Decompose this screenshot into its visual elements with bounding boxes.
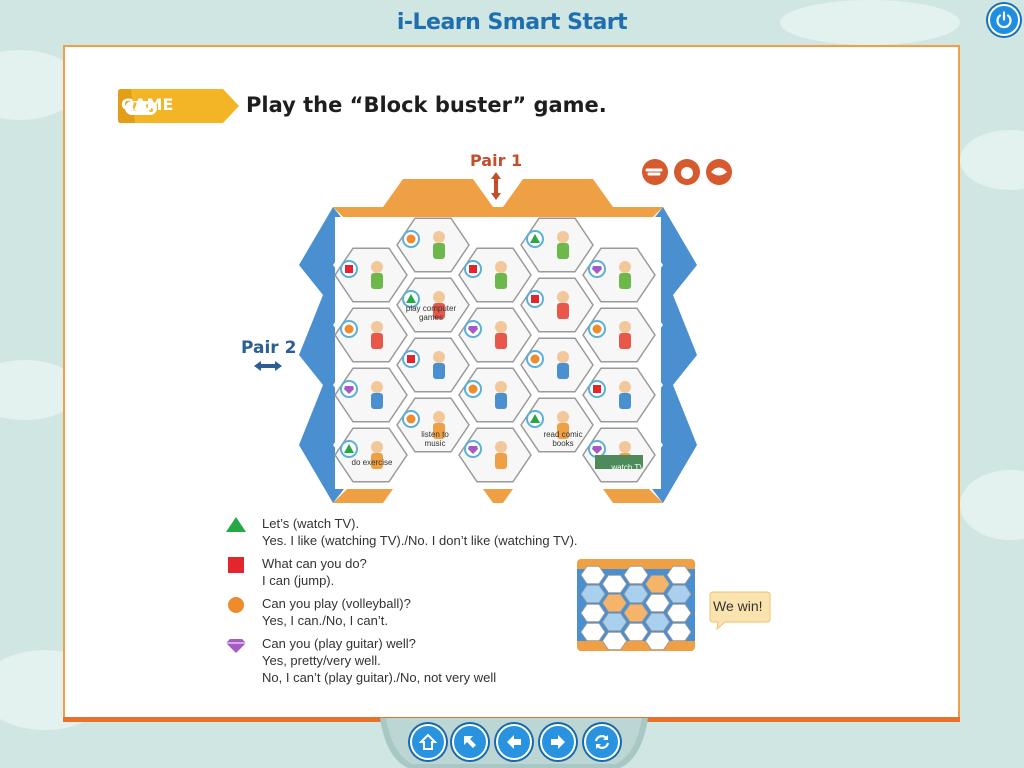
child-illustration [371,321,383,333]
child-illustration [557,291,569,303]
circle-icon [344,324,354,334]
triangle-icon [226,517,246,532]
square-icon [531,295,539,303]
game-tag-label: GAME [121,95,174,114]
child-illustration [619,273,631,289]
lesson-page: GAME Play the “Block buster” game. Pair … [63,45,960,721]
child-illustration [557,363,569,379]
hex-label-listen-to-music: listen to music [421,430,449,448]
background-cloud [960,130,1024,190]
circle-icon [468,384,478,394]
legend-text: Yes, pretty/very well. [262,653,381,668]
child-illustration [557,231,569,243]
block-buster-board [299,179,697,503]
legend-text: No, I can’t (play guitar)./No, not very … [262,670,497,685]
child-illustration [619,381,631,393]
child-illustration [619,261,631,273]
circle-icon [592,324,602,334]
power-icon [996,11,1012,29]
circle-icon [406,234,416,244]
square-icon [407,355,415,363]
child-illustration [433,351,445,363]
paper-hand-icon [706,159,732,185]
child-illustration [433,243,445,259]
back-to-menu-button[interactable] [452,724,488,760]
child-illustration [495,273,507,289]
square-icon [228,557,244,573]
child-illustration [495,333,507,349]
legend-text: Let’s (watch TV). [262,516,360,531]
power-button[interactable] [988,4,1020,36]
child-illustration [495,261,507,273]
win-message: We win! [713,598,763,614]
pair1-label: Pair 1 [470,151,523,170]
refresh-button[interactable] [584,724,620,760]
refresh-icon [594,735,610,749]
child-illustration [495,441,507,453]
child-illustration [433,363,445,379]
hex-label-watch-tv: watch TV [611,463,645,472]
child-illustration [371,393,383,409]
child-illustration [371,441,383,453]
child-illustration [495,453,507,469]
child-illustration [557,351,569,363]
child-illustration [495,381,507,393]
diamond-icon [226,639,246,653]
child-illustration [619,333,631,349]
legend-row-triangle: Let’s (watch TV). Yes. I like (watching … [225,515,665,549]
child-illustration [371,333,383,349]
child-illustration [557,303,569,319]
child-illustration [371,261,383,273]
arrow-up-left-icon [464,736,476,748]
legend-text: Yes. I like (watching TV)./No. I don’t l… [262,533,578,548]
circle-icon [228,597,244,613]
previous-page-button[interactable] [496,724,532,760]
background-cloud [960,470,1024,540]
child-illustration [619,441,631,453]
circle-icon [530,354,540,364]
app-title: i-Learn Smart Start [396,10,628,35]
hex-label-read-comic-books: read comic books [543,430,583,448]
child-illustration [433,231,445,243]
next-page-button[interactable] [540,724,576,760]
square-icon [469,265,477,273]
arrow-right-icon [551,735,565,749]
child-illustration [495,393,507,409]
child-illustration [557,243,569,259]
child-illustration [371,273,383,289]
circle-icon [406,414,416,424]
pair2-label: Pair 2 [241,338,297,358]
child-illustration [433,411,445,423]
home-icon [419,733,437,750]
square-icon [593,385,601,393]
arrow-left-icon [507,735,521,749]
child-illustration [619,321,631,333]
child-illustration [619,393,631,409]
instruction-text: Play the “Block buster” game. [246,93,607,117]
horizontal-arrow-icon [254,361,282,371]
home-button[interactable] [410,724,446,760]
mini-example-board [577,559,695,651]
square-icon [345,265,353,273]
child-illustration [557,411,569,423]
hex-label-play-computer-games: play computer games [405,304,457,322]
child-illustration [433,291,445,303]
child-illustration [371,381,383,393]
child-illustration [495,321,507,333]
hex-label-do-exercise: do exercise [351,458,393,467]
